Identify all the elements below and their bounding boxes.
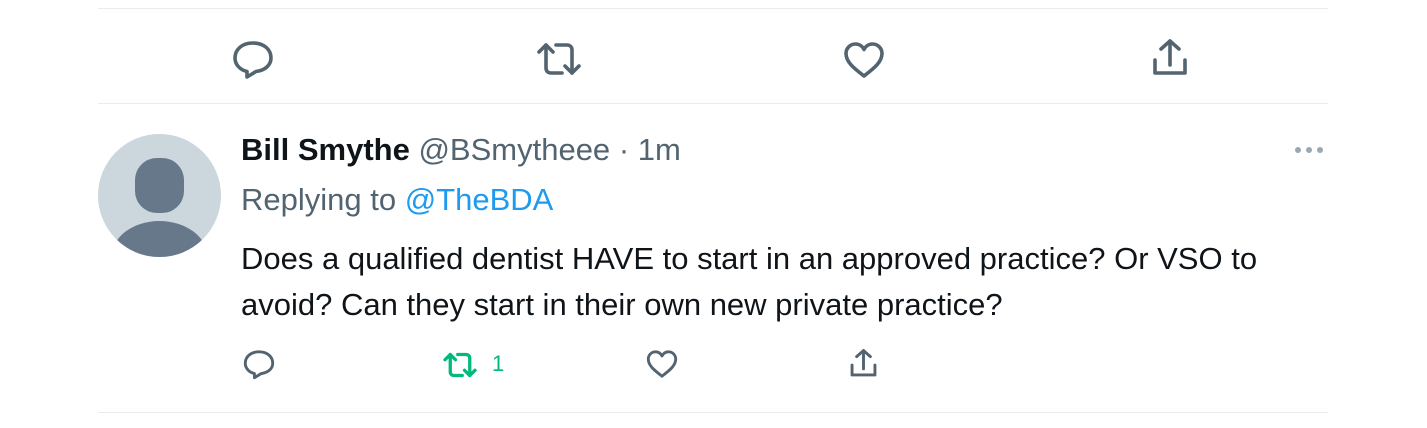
like-icon[interactable] (646, 349, 678, 379)
separator-dot: · (618, 132, 630, 167)
share-icon[interactable] (1151, 38, 1189, 78)
tweet-divider (98, 103, 1328, 104)
replying-prefix: Replying to (241, 182, 405, 217)
retweet-icon-active[interactable] (442, 352, 478, 378)
timestamp[interactable]: 1m (638, 132, 681, 167)
retweet-icon[interactable] (535, 42, 583, 76)
tweet-header: Bill Smythe @BSmytheee · 1m (241, 128, 681, 172)
share-icon[interactable] (849, 348, 878, 379)
retweet-count: 1 (492, 351, 505, 376)
tweet-text: Does a qualified dentist HAVE to start i… (241, 241, 1258, 322)
like-icon[interactable] (843, 41, 885, 79)
more-icon[interactable] (1292, 140, 1326, 160)
bottom-divider (98, 412, 1328, 413)
display-name[interactable]: Bill Smythe (241, 132, 410, 167)
reply-icon[interactable] (232, 39, 274, 79)
avatar[interactable] (98, 134, 221, 257)
tweet-action-bar (0, 344, 1427, 384)
replying-to-mention[interactable]: @TheBDA (405, 182, 554, 217)
previous-tweet-action-bar (0, 34, 1427, 84)
replying-to-line: Replying to @TheBDA (241, 178, 553, 222)
user-handle[interactable]: @BSmytheee (418, 132, 610, 167)
reply-icon[interactable] (243, 348, 275, 380)
top-divider (98, 8, 1328, 9)
